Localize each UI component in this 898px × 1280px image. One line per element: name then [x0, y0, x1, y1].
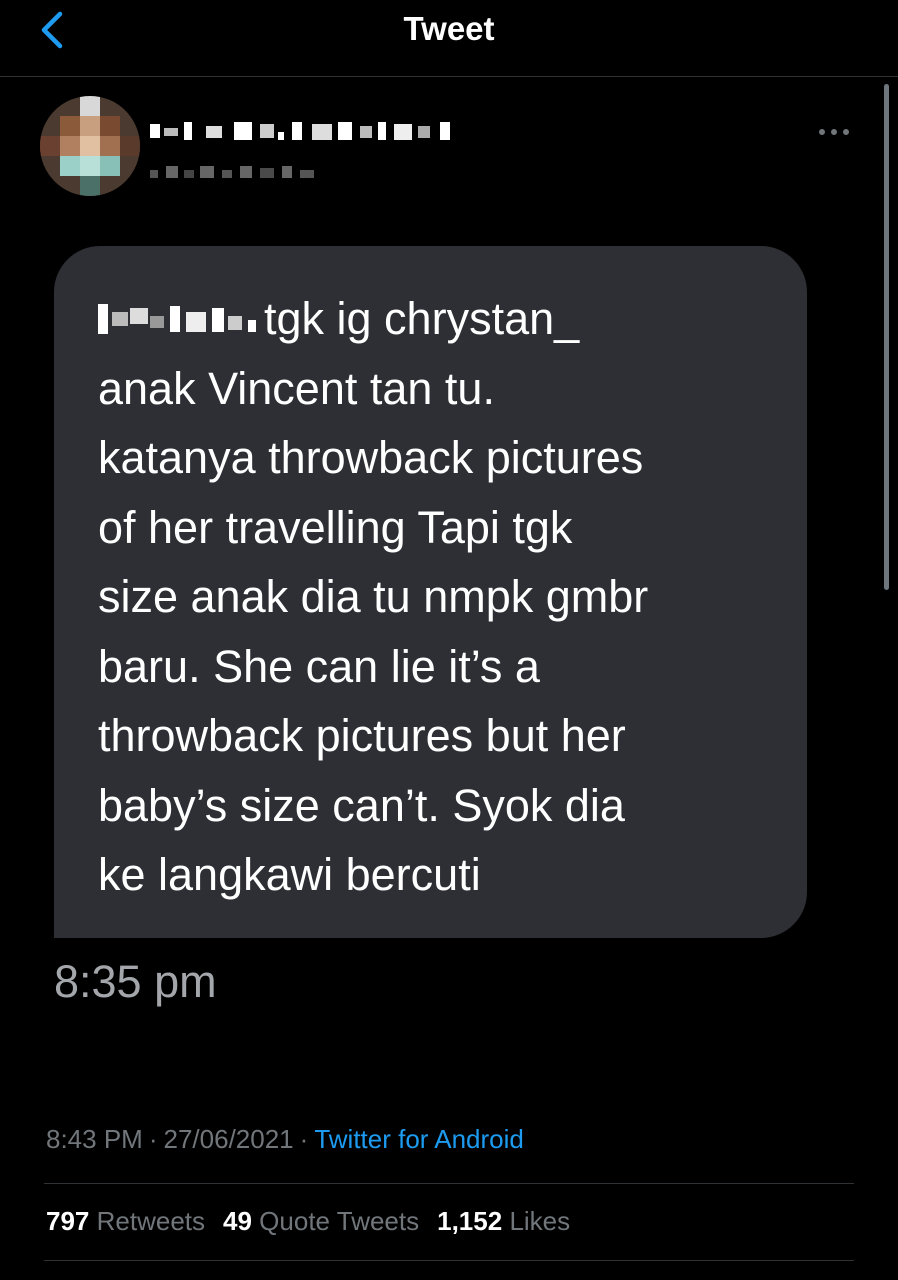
quote-tweets-count: 49 [223, 1206, 252, 1236]
tweet-date: 27/06/2021 [163, 1124, 294, 1154]
scrollbar[interactable] [884, 84, 889, 590]
avatar[interactable] [40, 96, 140, 196]
divider [44, 1183, 854, 1184]
quote-tweets-stat[interactable]: 49 Quote Tweets [223, 1206, 419, 1236]
display-name-redacted [150, 122, 450, 140]
likes-label: Likes [509, 1206, 571, 1236]
divider [44, 1260, 854, 1261]
retweets-label: Retweets [96, 1206, 206, 1236]
meta-separator: · [148, 1124, 158, 1154]
engagement-stats: 797 Retweets 49 Quote Tweets 1,152 Likes [46, 1206, 588, 1237]
avatar-pixelated-image [40, 96, 140, 196]
meta-separator: · [299, 1124, 309, 1154]
likes-count: 1,152 [437, 1206, 503, 1236]
redacted-name-block [98, 298, 260, 338]
more-options-button[interactable] [812, 118, 856, 146]
likes-stat[interactable]: 1,152 Likes [437, 1206, 570, 1236]
message-text: tgk ig chrystan_ anak Vincent tan tu. ka… [98, 293, 649, 900]
top-bar: Tweet [0, 0, 898, 77]
username-redacted [150, 166, 314, 178]
message-text-container: tgk ig chrystan_ anak Vincent tan tu. ka… [98, 284, 788, 910]
tweet-meta: 8:43 PM · 27/06/2021 · Twitter for Android [46, 1124, 524, 1155]
message-bubble: tgk ig chrystan_ anak Vincent tan tu. ka… [54, 246, 807, 938]
retweets-count: 797 [46, 1206, 90, 1236]
retweets-stat[interactable]: 797 Retweets [46, 1206, 205, 1236]
tweet-time: 8:43 PM [46, 1124, 143, 1154]
quote-tweets-label: Quote Tweets [259, 1206, 420, 1236]
message-timestamp: 8:35 pm [54, 956, 217, 1007]
tweet-source-link[interactable]: Twitter for Android [314, 1124, 524, 1154]
page-title: Tweet [403, 10, 495, 47]
more-horizontal-icon [819, 129, 849, 135]
